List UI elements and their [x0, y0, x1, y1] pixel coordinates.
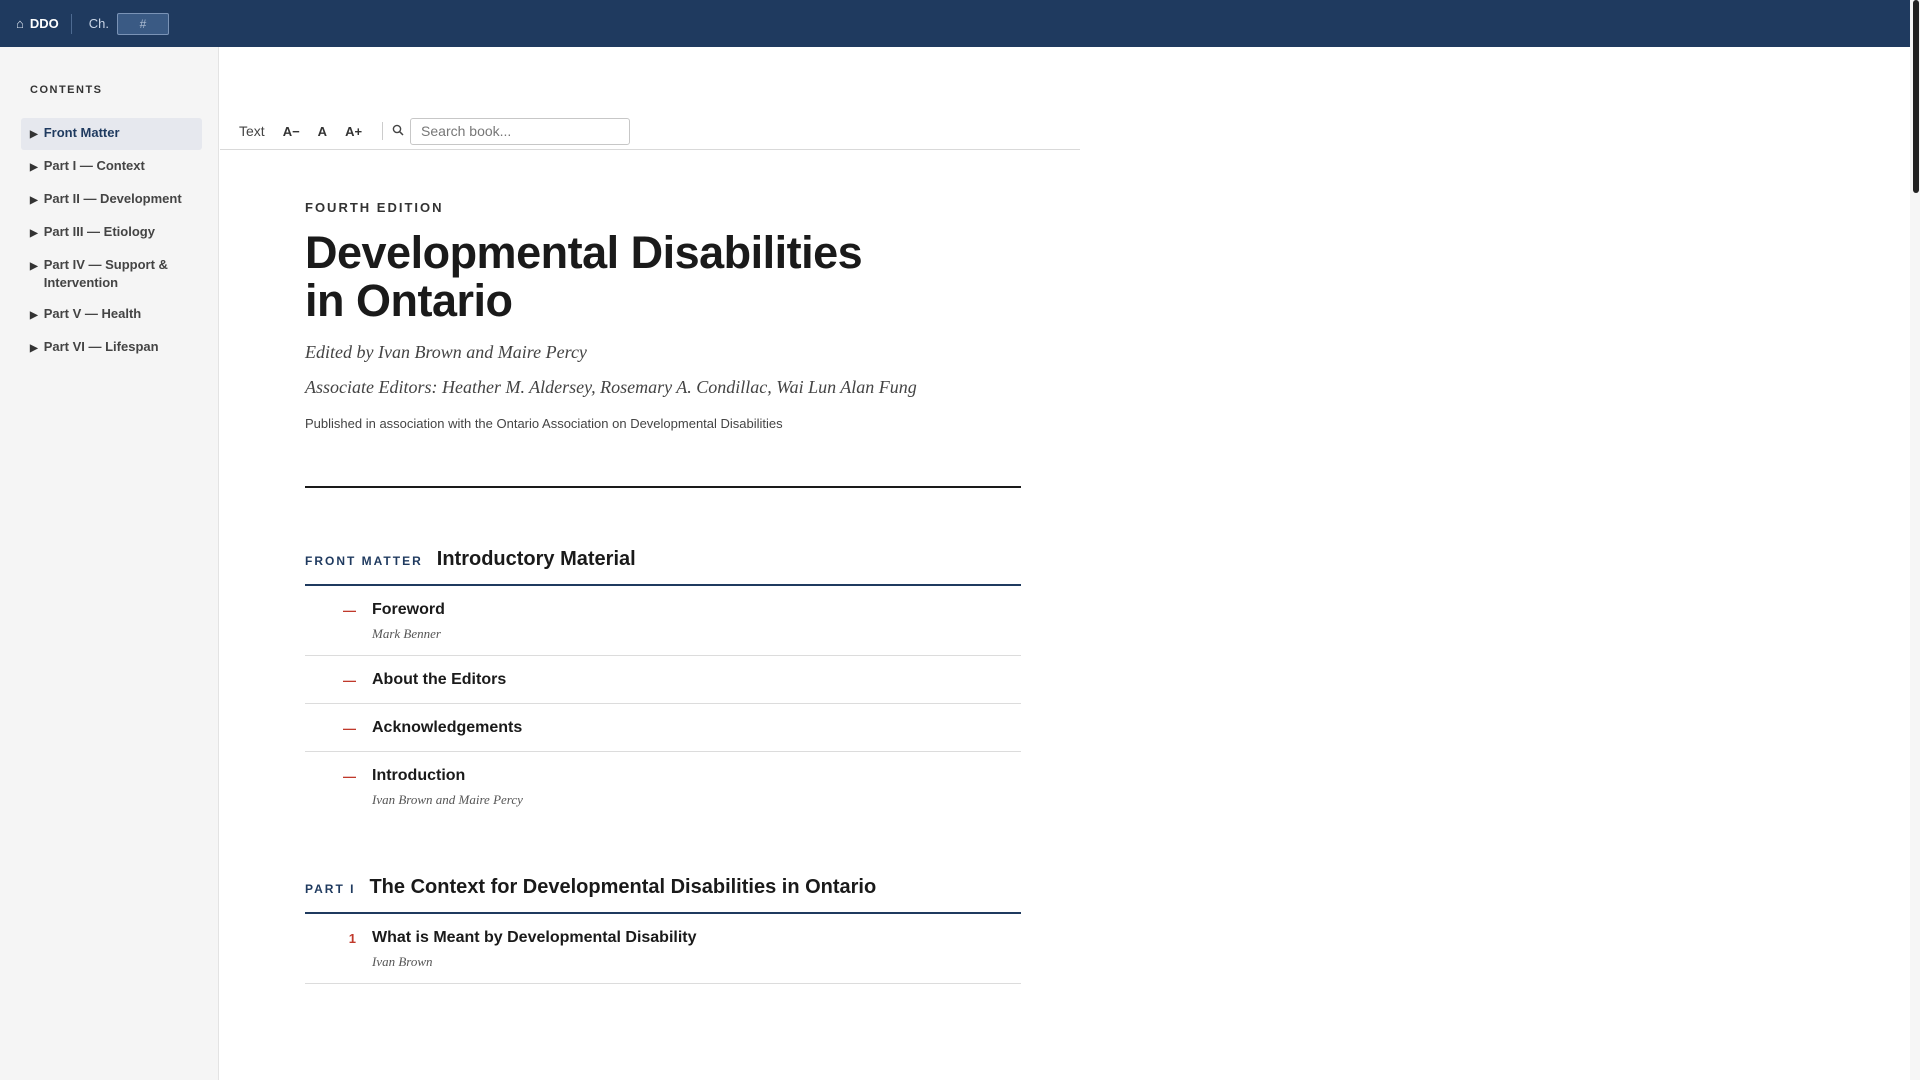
- caret-right-icon: ▶: [30, 129, 38, 140]
- associate-editors-line: Associate Editors: Heather M. Aldersey, …: [305, 377, 917, 397]
- nav-item-front-matter[interactable]: ▶ Front Matter: [21, 118, 202, 150]
- decrease-text-button[interactable]: A−: [283, 124, 300, 139]
- home-label: DDO: [29, 16, 59, 31]
- nav-item-part-1[interactable]: ▶ Part I — Context: [21, 151, 202, 183]
- top-divider: [70, 13, 72, 34]
- page-scrollbar-thumb[interactable]: [1913, 0, 1919, 193]
- book-title: Developmental Disabilities in Ontario: [305, 229, 865, 325]
- nav-item-label: Part I — Context: [43, 158, 145, 173]
- contents-sidebar: CONTENTS ▶ Front Matter ▶ Part I — Conte…: [0, 47, 219, 1080]
- book-title-line2: in Ontario: [305, 275, 513, 326]
- entry-number: 1: [348, 931, 356, 946]
- text-toolbar: Text A− A A+: [220, 113, 1080, 150]
- section-header: FRONT MATTER Introductory Material: [305, 548, 1021, 586]
- contents-heading: CONTENTS: [30, 84, 103, 96]
- nav-item-part-2[interactable]: ▶ Part II — Development: [21, 184, 202, 216]
- entry-number: —: [343, 673, 356, 688]
- toc-entry-foreword[interactable]: — Foreword Mark Benner: [305, 586, 1021, 656]
- top-bar: ⌂ DDO Ch.: [0, 0, 1910, 47]
- section-header: PART I The Context for Developmental Dis…: [305, 876, 1021, 914]
- title-divider: [305, 486, 1021, 488]
- book-front: FOURTH EDITION Developmental Disabilitie…: [305, 200, 1021, 984]
- text-size-label: Text: [239, 123, 265, 139]
- caret-right-icon: ▶: [30, 162, 38, 173]
- section-title: Introductory Material: [436, 548, 636, 570]
- section-tag: PART I: [305, 882, 356, 896]
- nav-item-label: Part III — Etiology: [43, 224, 155, 239]
- search-book-input[interactable]: [410, 117, 631, 145]
- caret-right-icon: ▶: [30, 228, 38, 239]
- section-title: The Context for Developmental Disabiliti…: [369, 876, 877, 898]
- home-icon: ⌂: [16, 16, 24, 31]
- toc-entry-acknowledgements[interactable]: — Acknowledgements: [305, 704, 1021, 752]
- home-link[interactable]: ⌂ DDO: [16, 16, 59, 31]
- reset-text-button[interactable]: A: [318, 124, 327, 139]
- entry-title[interactable]: Introduction: [372, 766, 523, 786]
- section-front-matter: FRONT MATTER Introductory Material — For…: [305, 548, 1021, 821]
- caret-right-icon: ▶: [30, 343, 38, 354]
- entry-title[interactable]: What is Meant by Developmental Disabilit…: [372, 928, 697, 948]
- editors-line: Edited by Ivan Brown and Maire Percy: [305, 342, 587, 362]
- nav-item-label: Part IV — Support & Intervention: [43, 257, 168, 290]
- main-content: Text A− A A+ FOURTH EDITION Developmenta…: [220, 47, 1910, 1080]
- entry-title[interactable]: Acknowledgements: [372, 718, 522, 738]
- chapter-label: Ch.: [88, 16, 109, 31]
- search-icon: [392, 124, 404, 139]
- entry-number: —: [343, 603, 356, 618]
- nav-item-part-4[interactable]: ▶ Part IV — Support & Intervention: [21, 250, 202, 298]
- nav-item-label: Part II — Development: [43, 191, 182, 206]
- page-scrollbar[interactable]: [1910, 0, 1920, 1080]
- nav-item-part-6[interactable]: ▶ Part VI — Lifespan: [21, 332, 202, 364]
- nav-item-label: Front Matter: [43, 125, 120, 140]
- caret-right-icon: ▶: [30, 310, 38, 321]
- entry-number: —: [343, 769, 356, 784]
- edition-label: FOURTH EDITION: [305, 200, 444, 215]
- publisher-note: Published in association with the Ontari…: [305, 416, 783, 431]
- entry-author: Mark Benner: [372, 626, 441, 641]
- section-tag: FRONT MATTER: [305, 554, 423, 568]
- entry-number: —: [343, 721, 356, 736]
- caret-right-icon: ▶: [30, 261, 38, 272]
- section-part-1: PART I The Context for Developmental Dis…: [305, 876, 1021, 984]
- nav-item-label: Part VI — Lifespan: [43, 339, 159, 354]
- caret-right-icon: ▶: [30, 195, 38, 206]
- entry-title[interactable]: Foreword: [372, 600, 445, 620]
- entry-title[interactable]: About the Editors: [372, 670, 506, 690]
- nav-item-label: Part V — Health: [43, 306, 142, 321]
- nav-item-part-5[interactable]: ▶ Part V — Health: [21, 299, 202, 331]
- entry-author: Ivan Brown: [372, 954, 433, 969]
- toolbar-divider: [382, 122, 384, 140]
- book-title-line1: Developmental Disabilities: [305, 227, 863, 278]
- nav-item-part-3[interactable]: ▶ Part III — Etiology: [21, 217, 202, 249]
- toc-entry-introduction[interactable]: — Introduction Ivan Brown and Maire Perc…: [305, 752, 1021, 821]
- toc-entry-chapter-1[interactable]: 1 What is Meant by Developmental Disabil…: [305, 914, 1021, 984]
- increase-text-button[interactable]: A+: [345, 124, 362, 139]
- chapter-number-input[interactable]: [116, 12, 169, 35]
- contents-nav: ▶ Front Matter ▶ Part I — Context ▶ Part…: [21, 118, 202, 365]
- entry-author: Ivan Brown and Maire Percy: [372, 792, 523, 807]
- toc-entry-about-editors[interactable]: — About the Editors: [305, 656, 1021, 704]
